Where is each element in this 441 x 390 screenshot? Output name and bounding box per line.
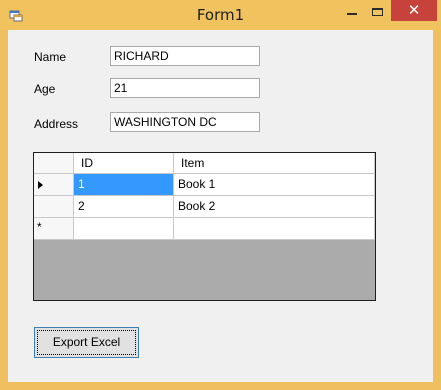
minimize-icon <box>347 13 357 15</box>
column-header-id[interactable]: ID <box>74 153 174 174</box>
row-header-2[interactable] <box>34 196 74 218</box>
minimize-button[interactable] <box>339 4 367 22</box>
maximize-icon <box>372 8 383 16</box>
cell-id-2[interactable]: 2 <box>74 196 174 218</box>
name-field[interactable]: RICHARD <box>110 46 260 66</box>
cell-item-1[interactable]: Book 1 <box>174 174 375 196</box>
grid-corner-header[interactable] <box>34 153 74 174</box>
cell-item-2[interactable]: Book 2 <box>174 196 375 218</box>
cell-id-new[interactable] <box>74 218 174 240</box>
close-icon: ✕ <box>407 1 421 19</box>
row-header-new[interactable]: * <box>34 218 74 240</box>
address-field[interactable]: WASHINGTON DC <box>110 112 260 132</box>
form1-window: Form1 ✕ Name RICHARD Age 21 Address WASH… <box>0 0 441 390</box>
cell-item-new[interactable] <box>174 218 375 240</box>
close-button[interactable]: ✕ <box>391 0 437 21</box>
data-grid[interactable]: ID Item 1 Book 1 2 Book 2 * <box>33 152 376 301</box>
maximize-button[interactable] <box>366 4 392 22</box>
name-label: Name <box>34 50 67 64</box>
title-bar[interactable]: Form1 ✕ <box>0 0 441 30</box>
current-row-arrow-icon <box>38 181 43 189</box>
form-client-area: Name RICHARD Age 21 Address WASHINGTON D… <box>8 30 433 382</box>
row-header-1[interactable] <box>34 174 74 196</box>
export-excel-button[interactable]: Export Excel <box>34 327 139 358</box>
cell-id-1[interactable]: 1 <box>74 174 174 196</box>
new-row-icon: * <box>37 220 42 234</box>
age-label: Age <box>34 82 56 96</box>
age-field[interactable]: 21 <box>110 78 260 98</box>
address-label: Address <box>34 117 79 131</box>
column-header-item[interactable]: Item <box>174 153 375 174</box>
